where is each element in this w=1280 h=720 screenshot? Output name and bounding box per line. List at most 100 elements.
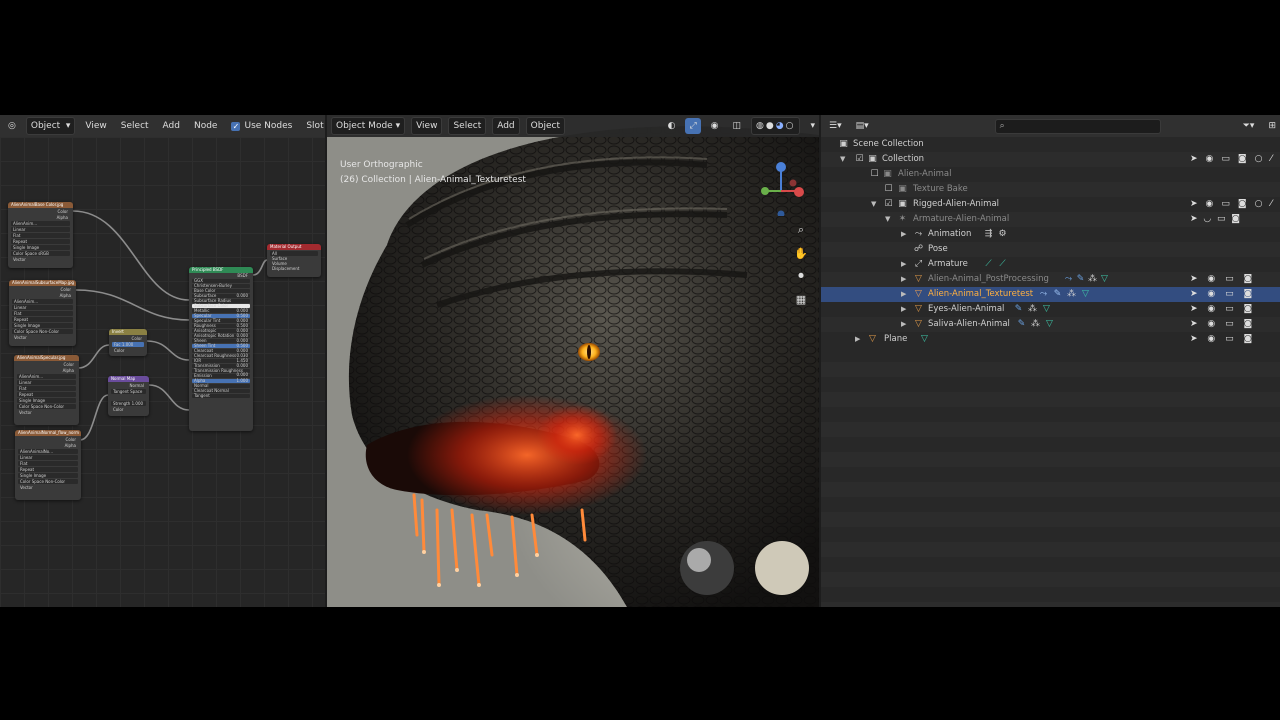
outliner-row-alien-animal-texturetest[interactable]: ▶ ▽ Alien-Animal_Texturetest ⤳ ✎ ⁂ ▽ ➤ ◉ ▭…: [821, 287, 1280, 302]
pan-hand-icon[interactable]: ✋: [793, 245, 809, 261]
outliner-row-collection[interactable]: ▼ ☑ ▣ Collection ➤ ◉ ▭ ◙ ○ ⁄: [821, 152, 1280, 167]
outliner-row-alien-animal-postprocessing[interactable]: ▶ ▽ Alien-Animal_PostProcessing ⤳ ✎ ⁂ ▽ …: [821, 272, 1280, 287]
visibility-toggles[interactable]: ➤ ◡ ▭ ◙: [1190, 212, 1240, 227]
scene-collection-row[interactable]: ▣ Scene Collection: [821, 137, 1280, 152]
menu-add[interactable]: Add: [492, 117, 520, 135]
expand-arrow-icon[interactable]: ▶: [901, 317, 906, 332]
image-selector[interactable]: AlienAnim...: [11, 221, 70, 226]
projection-dropdown[interactable]: Flat: [18, 461, 78, 466]
visibility-toggles[interactable]: ➤ ◉ ▭ ◙: [1190, 317, 1272, 332]
extension-dropdown[interactable]: Repeat: [18, 467, 78, 472]
projection-dropdown[interactable]: Flat: [11, 233, 70, 238]
outliner-row-rigged-alien-animal[interactable]: ▼ ☑ ▣ Rigged-Alien-Animal ➤ ◉ ▭ ◙ ○ ⁄: [821, 197, 1280, 212]
xray-icon[interactable]: ◫: [729, 118, 746, 134]
mode-dropdown[interactable]: Object Mode ▾: [331, 117, 406, 135]
image-texture-node[interactable]: AlienAnimalSubsurfaceMap.jpg Color Alpha…: [9, 280, 76, 346]
space-dropdown[interactable]: Tangent Space: [111, 389, 146, 394]
visibility-toggles[interactable]: ➤ ◉ ▭ ◙: [1190, 272, 1272, 287]
outliner-row-armature[interactable]: ▶ ⤢ Armature ⟋ ⟋: [821, 257, 1280, 272]
menu-object[interactable]: Object: [525, 117, 565, 135]
new-collection-icon[interactable]: ⊞: [1264, 118, 1280, 134]
extension-dropdown[interactable]: Repeat: [11, 239, 70, 244]
camera-icon[interactable]: ⏺: [793, 268, 809, 284]
visibility-toggles[interactable]: ➤ ◉ ▭ ◙: [1190, 332, 1272, 347]
outliner-row-plane[interactable]: ▶ ▽ Plane ▽ ➤ ◉ ▭ ◙: [821, 332, 1280, 347]
image-texture-node[interactable]: AlienAnimalSpecular.jpg Color Alpha Alie…: [14, 355, 79, 425]
expand-arrow-icon[interactable]: ▼: [871, 197, 876, 212]
interpolation-dropdown[interactable]: Linear: [11, 227, 70, 232]
expand-arrow-icon[interactable]: ▼: [840, 152, 845, 167]
outliner-row-armature-alien-animal[interactable]: ▼ ✶ Armature-Alien-Animal ➤ ◡ ▭ ◙: [821, 212, 1280, 227]
projection-dropdown[interactable]: Flat: [12, 311, 73, 316]
extension-dropdown[interactable]: Repeat: [12, 317, 73, 322]
color-space-dropdown[interactable]: Color Space Non-Color: [12, 329, 73, 334]
outliner-row-alien-animal[interactable]: ☐ ▣ Alien-Animal: [821, 167, 1280, 182]
shading-dropdown-icon[interactable]: ▾: [806, 118, 819, 134]
visibility-toggles[interactable]: ➤ ◉ ▭ ◙: [1190, 302, 1272, 317]
source-dropdown[interactable]: Single Image: [18, 473, 78, 478]
checkbox-icon[interactable]: ☑: [854, 152, 865, 167]
outliner[interactable]: ☰▾ ▤▾ ⌕ ⏷▾ ⊞ ▣ Scene Collection ▼ ☑ ▣ Co…: [821, 115, 1280, 607]
checkbox-icon[interactable]: ☐: [869, 167, 880, 182]
color-space-dropdown[interactable]: Color Space sRGB: [11, 251, 70, 256]
outliner-row-saliva-alien-animal[interactable]: ▶ ▽ Saliva-Alien-Animal ✎ ⁂ ▽ ➤ ◉ ▭ ◙: [821, 317, 1280, 332]
color-space-dropdown[interactable]: Color Space Non-Color: [17, 404, 76, 409]
invert-node[interactable]: Invert Color Fac 1.000 Color: [109, 329, 147, 356]
visibility-toggles[interactable]: ➤ ◉ ▭ ◙ ○ ⁄: [1190, 152, 1272, 167]
normal-map-node[interactable]: Normal Map Normal Tangent Space Strength…: [108, 376, 149, 416]
outliner-editor-type-icon[interactable]: ☰▾: [825, 118, 846, 134]
bsdf-input-row[interactable]: Tangent: [192, 394, 250, 398]
row-label: Alien-Animal: [898, 169, 952, 179]
expand-arrow-icon[interactable]: ▶: [901, 257, 906, 272]
image-texture-node[interactable]: AlienAnimalBase Color.jpg Color Alpha Al…: [8, 202, 73, 268]
image-selector[interactable]: AlienAnim...: [17, 374, 76, 379]
menu-select[interactable]: Select: [448, 117, 487, 135]
visibility-icon[interactable]: ◐: [664, 118, 680, 134]
outliner-row-animation[interactable]: ▶ ⤳ Animation ⇶ ⚙: [821, 227, 1280, 242]
expand-arrow-icon[interactable]: ▼: [885, 212, 890, 227]
checkbox-icon[interactable]: ☑: [883, 197, 894, 212]
uv-map-field[interactable]: [111, 395, 146, 400]
expand-arrow-icon[interactable]: ▶: [855, 332, 860, 347]
image-selector[interactable]: AlienAnimalNo...: [18, 449, 78, 454]
interpolation-dropdown[interactable]: Linear: [18, 455, 78, 460]
source-dropdown[interactable]: Single Image: [12, 323, 73, 328]
principled-bsdf-node[interactable]: Principled BSDF BSDF GGX Christensen-Burl…: [189, 267, 253, 431]
material-output-node[interactable]: Material Output All Surface Volume Displ…: [267, 244, 321, 277]
outliner-row-pose[interactable]: ☍ Pose: [821, 242, 1280, 257]
strength-field[interactable]: Strength 1.000: [111, 401, 146, 406]
expand-arrow-icon[interactable]: ▶: [901, 227, 906, 242]
visibility-toggles[interactable]: ➤ ◉ ▭ ◙ ○ ⁄: [1190, 197, 1272, 212]
navigation-gizmo[interactable]: [759, 161, 809, 216]
overlay-icon[interactable]: ◉: [707, 118, 723, 134]
interpolation-dropdown[interactable]: Linear: [12, 305, 73, 310]
monitor-icon: ▭: [1225, 304, 1234, 314]
image-selector[interactable]: AlienAnim...: [12, 299, 73, 304]
filter-icon[interactable]: ⏷▾: [1239, 118, 1259, 134]
ortho-grid-icon[interactable]: ▦: [793, 291, 809, 307]
zoom-icon[interactable]: ⌕: [793, 222, 809, 238]
menu-view[interactable]: View: [411, 117, 443, 135]
outliner-row-eyes-alien-animal[interactable]: ▶ ▽ Eyes-Alien-Animal ✎ ⁂ ▽ ➤ ◉ ▭ ◙: [821, 302, 1280, 317]
shading-modes[interactable]: ◍● ◕ ○: [751, 117, 801, 135]
projection-dropdown[interactable]: Flat: [17, 386, 76, 391]
source-dropdown[interactable]: Single Image: [11, 245, 70, 250]
expand-arrow-icon[interactable]: ▶: [901, 302, 906, 317]
extension-dropdown[interactable]: Repeat: [17, 392, 76, 397]
shader-node-editor[interactable]: ◎ Object ▾ View Select Add Node ✓ Use Nod…: [0, 115, 325, 607]
outliner-search-input[interactable]: ⌕: [994, 118, 1161, 134]
color-space-dropdown[interactable]: Color Space Non-Color: [18, 479, 78, 484]
checkbox-icon[interactable]: ☐: [883, 182, 894, 197]
expand-arrow-icon[interactable]: ▶: [901, 272, 906, 287]
3d-viewport[interactable]: Object Mode ▾ View Select Add Object ◐ ⤢…: [327, 115, 819, 607]
gizmo-icon[interactable]: ⤢: [685, 118, 701, 134]
fac-field[interactable]: Fac 1.000: [112, 342, 144, 347]
display-mode-icon[interactable]: ▤▾: [852, 118, 873, 134]
outliner-row-texture-bake[interactable]: ☐ ▣ Texture Bake: [821, 182, 1280, 197]
visibility-toggles[interactable]: ➤ ◉ ▭ ◙: [1190, 287, 1272, 302]
node-title: Material Output: [267, 244, 321, 250]
interpolation-dropdown[interactable]: Linear: [17, 380, 76, 385]
source-dropdown[interactable]: Single Image: [17, 398, 76, 403]
image-texture-node[interactable]: AlienAnimalNormal_flow_norm Color Alpha …: [15, 430, 81, 500]
expand-arrow-icon[interactable]: ▶: [901, 287, 906, 302]
